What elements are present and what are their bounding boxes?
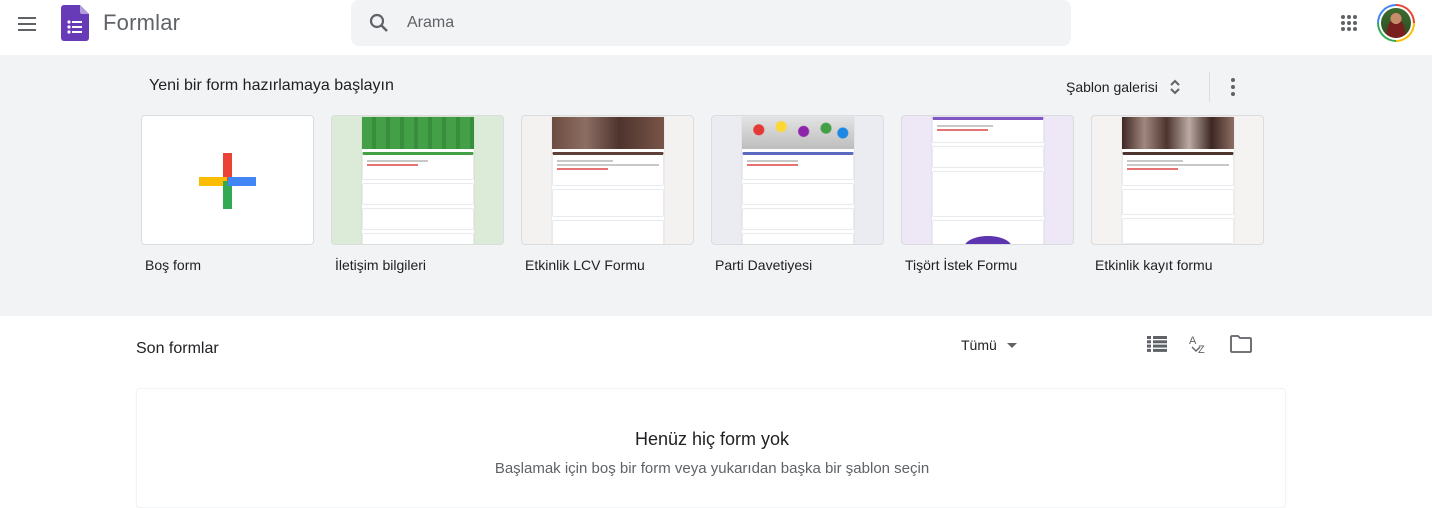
template-thumbnail [521,115,694,245]
template-label: Parti Davetiyesi [715,257,813,273]
svg-text:A: A [1189,335,1197,347]
template-event-registration[interactable]: Etkinlik kayıt formu [1091,115,1264,273]
template-thumbnail [331,115,504,245]
gallery-heading: Yeni bir form hazırlamaya başlayın [149,77,394,94]
list-view-icon [1147,336,1167,352]
owner-filter-dropdown[interactable]: Tümü [952,330,1026,360]
template-thumbnail [141,115,314,245]
arrow-drop-down-icon [1006,342,1017,348]
list-view-button[interactable] [1144,331,1170,357]
template-label: İletişim bilgileri [335,257,427,273]
template-label: Tişört İstek Formu [905,257,1018,273]
forms-logo-icon[interactable] [61,5,89,41]
top-app-bar: Formlar [0,0,1432,55]
sort-button[interactable]: A Z [1186,331,1212,357]
template-gallery: Yeni bir form hazırlamaya başlayın Şablo… [0,55,1432,316]
template-tshirt-request[interactable]: Tişört İstek Formu [901,115,1074,273]
template-contact-information[interactable]: İletişim bilgileri [331,115,504,273]
template-event-rsvp[interactable]: Etkinlik LCV Formu [521,115,694,273]
empty-state-card: Henüz hiç form yok Başlamak için boş bir… [136,388,1286,508]
main-menu-button[interactable] [7,4,47,44]
google-apps-button[interactable] [1329,3,1369,43]
empty-state-subtitle: Başlamak için boş bir form veya yukarıda… [494,460,930,477]
owner-filter-value: Tümü [961,337,997,353]
template-blank-form[interactable]: Boş form [141,115,314,273]
template-label: Boş form [145,257,202,273]
template-thumbnail [901,115,1074,245]
svg-text:Z: Z [1198,344,1205,355]
account-avatar[interactable] [1377,4,1415,42]
template-gallery-button[interactable]: Şablon galerisi [1058,69,1190,105]
folder-icon [1230,335,1252,353]
divider [1209,72,1210,102]
more-vert-icon[interactable] [1218,67,1248,107]
unfold-more-icon [1170,79,1180,95]
plus-icon [199,153,256,209]
apps-grid-icon [1341,15,1357,31]
search-icon[interactable] [367,11,391,35]
template-gallery-label: Şablon galerisi [1066,79,1158,95]
sort-az-icon: A Z [1189,335,1205,355]
open-file-picker-button[interactable] [1228,331,1254,357]
profile-photo [1381,8,1411,38]
app-title[interactable]: Formlar [103,10,180,36]
empty-state-title: Henüz hiç form yok [634,429,790,449]
menu-icon [18,17,36,19]
template-label: Etkinlik LCV Formu [525,257,645,273]
template-thumbnail [1091,115,1264,245]
search-input[interactable] [407,0,1047,46]
search-bar[interactable] [351,0,1071,46]
recent-forms-heading: Son formlar [136,340,219,357]
template-label: Etkinlik kayıt formu [1095,257,1213,273]
template-thumbnail [711,115,884,245]
template-party-invite[interactable]: Parti Davetiyesi [711,115,884,273]
